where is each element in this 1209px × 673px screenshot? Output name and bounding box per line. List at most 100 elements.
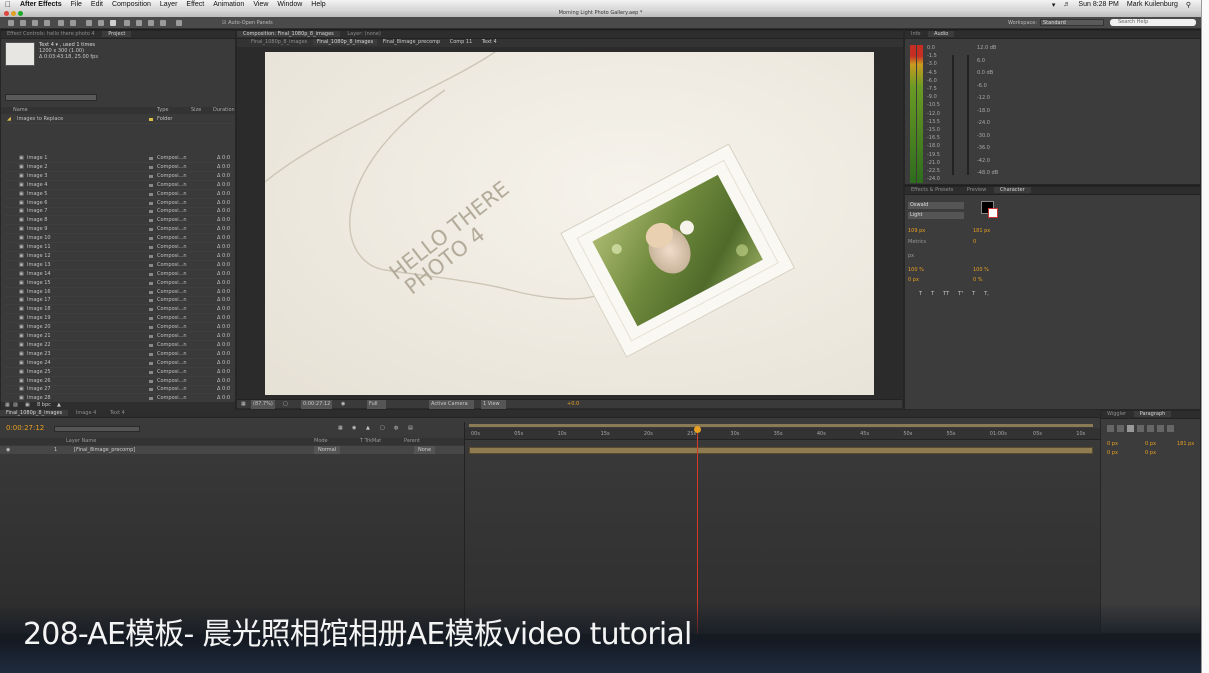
tab-composition[interactable]: Composition: Final_1080p_8_images xyxy=(237,31,340,37)
tab-timeline-final-1080p[interactable]: Final_1080p_8_images xyxy=(0,410,69,416)
label-swatch[interactable] xyxy=(149,192,153,196)
faux-bold-button[interactable]: T xyxy=(919,291,922,297)
always-preview-icon[interactable]: ▦ xyxy=(241,400,246,409)
col-layer-name[interactable]: Layer Name xyxy=(66,438,96,444)
menu-view[interactable]: View xyxy=(253,1,268,8)
folder-row[interactable]: ◢ Images to Replace Folder xyxy=(5,115,233,124)
camera-tool-icon[interactable] xyxy=(58,20,64,26)
align-left-button[interactable] xyxy=(1107,425,1114,432)
project-item-row[interactable]: ▣ Image 1 Composi...n Δ 0:0 xyxy=(5,154,233,163)
view-layout-select[interactable]: 1 View xyxy=(481,400,506,409)
selection-tool-icon[interactable] xyxy=(8,20,14,26)
audio-slider-track-right[interactable] xyxy=(967,55,969,175)
font-style-select[interactable]: Light xyxy=(908,212,964,219)
clone-tool-icon[interactable] xyxy=(136,20,142,26)
tab-timeline-image-4[interactable]: Image 4 xyxy=(70,410,102,416)
label-swatch[interactable] xyxy=(149,361,153,365)
tracking-field[interactable]: 0 xyxy=(973,239,976,245)
pan-behind-tool-icon[interactable] xyxy=(70,20,76,26)
volume-icon[interactable]: ♬ xyxy=(1063,1,1070,8)
project-item-row[interactable]: ▣ Image 5 Composi...n Δ 0:0 xyxy=(5,190,233,199)
tab-timeline-text-4[interactable]: Text 4 xyxy=(104,410,131,416)
time-ruler[interactable]: 00s 05s 10s 15s 20s 25s 30s 35s 40s 45s 50s 55s 01:0… xyxy=(465,428,1101,440)
project-item-row[interactable]: ▣ Image 19 Composi...n Δ 0:0 xyxy=(5,314,233,324)
faux-italic-button[interactable]: T xyxy=(931,291,934,297)
mask-tool-icon[interactable] xyxy=(86,20,92,26)
tab-paragraph[interactable]: Paragraph xyxy=(1133,411,1172,417)
subtab-final-8image-precomp[interactable]: Final_8image_precomp xyxy=(379,39,444,45)
project-item-row[interactable]: ▣ Image 13 Composi...n Δ 0:0 xyxy=(5,261,233,270)
menu-window[interactable]: Window xyxy=(277,1,302,8)
project-item-row[interactable]: ▣ Image 11 Composi...n Δ 0:0 xyxy=(5,243,233,252)
zoom-window-icon[interactable] xyxy=(18,10,23,16)
minimize-window-icon[interactable] xyxy=(11,10,16,16)
tab-effects-presets[interactable]: Effects & Presets xyxy=(905,187,959,193)
roto-brush-tool-icon[interactable] xyxy=(160,20,166,26)
project-item-row[interactable]: ▣ Image 10 Composi...n Δ 0:0 xyxy=(5,234,233,244)
project-item-row[interactable]: ▣ Image 21 Composi...n Δ 0:0 xyxy=(5,332,233,341)
project-item-row[interactable]: ▣ Image 12 Composi...n Δ 0:0 xyxy=(5,252,233,261)
brush-tool-icon[interactable] xyxy=(124,20,130,26)
tab-preview[interactable]: Preview xyxy=(961,187,992,193)
pen-tool-icon[interactable] xyxy=(98,20,104,26)
search-help-input[interactable]: Search Help xyxy=(1110,19,1196,26)
tab-info[interactable]: Info xyxy=(905,31,926,37)
project-search-input[interactable] xyxy=(5,94,97,101)
new-folder-icon[interactable]: ▨ xyxy=(13,402,18,408)
audio-slider-track-left[interactable] xyxy=(952,55,954,175)
timeline-search-input[interactable] xyxy=(54,426,140,432)
label-swatch[interactable] xyxy=(149,228,153,232)
draft-3d-icon[interactable]: ◉ xyxy=(352,425,356,431)
delete-icon[interactable]: ▲ xyxy=(57,402,61,408)
align-right-button[interactable] xyxy=(1127,425,1134,432)
project-item-row[interactable]: ▣ Image 25 Composi...n Δ 0:0 xyxy=(5,368,233,377)
clock[interactable]: Sun 8:28 PM xyxy=(1078,1,1118,8)
all-caps-button[interactable]: TT xyxy=(943,291,949,297)
label-swatch[interactable] xyxy=(149,246,153,249)
baseline-shift-field[interactable]: 0 px xyxy=(908,277,919,283)
tab-character[interactable]: Character xyxy=(993,187,1031,193)
col-mode[interactable]: Mode xyxy=(314,438,328,444)
project-item-row[interactable]: ▣ Image 9 Composi...n Δ 0:0 xyxy=(5,225,233,235)
tab-audio[interactable]: Audio xyxy=(928,31,955,37)
work-area-bar[interactable] xyxy=(469,424,1093,427)
font-family-select[interactable]: Oswald xyxy=(908,202,964,209)
justify-all-button[interactable] xyxy=(1167,425,1174,432)
subtab-text-4[interactable]: Text 4 xyxy=(478,39,501,45)
project-item-row[interactable]: ▣ Image 27 Composi...n Δ 0:0 xyxy=(5,385,233,395)
project-item-row[interactable]: ▣ Image 4 Composi...n Δ 0:0 xyxy=(5,181,233,190)
label-swatch[interactable] xyxy=(149,326,153,330)
label-swatch[interactable] xyxy=(149,263,153,267)
menu-edit[interactable]: Edit xyxy=(91,1,103,8)
col-parent[interactable]: Parent xyxy=(404,438,420,444)
col-trkmat[interactable]: T TrkMat xyxy=(360,438,381,444)
label-swatch[interactable] xyxy=(149,281,153,285)
layer-mode-select[interactable]: Normal xyxy=(314,446,341,454)
motion-blur-icon[interactable]: ◍ xyxy=(394,425,398,431)
label-swatch[interactable] xyxy=(149,201,153,205)
label-swatch[interactable] xyxy=(149,237,153,241)
layer-parent-select[interactable]: None xyxy=(414,446,436,454)
type-tool-icon[interactable] xyxy=(110,20,116,26)
rotate-tool-icon[interactable] xyxy=(44,20,50,26)
safe-zones-icon[interactable]: ▢ xyxy=(283,400,288,409)
menu-animation[interactable]: Animation xyxy=(213,1,244,8)
label-swatch[interactable] xyxy=(149,397,153,401)
timeline-timecode[interactable]: 0:00:27:12 xyxy=(6,425,44,432)
label-swatch[interactable] xyxy=(149,210,153,214)
menu-layer[interactable]: Layer xyxy=(160,1,178,8)
layer-name[interactable]: [Final_8image_precomp] xyxy=(74,446,135,454)
project-item-row[interactable]: ▣ Image 23 Composi...n Δ 0:0 xyxy=(5,350,233,359)
subscript-button[interactable]: T, xyxy=(984,291,989,297)
auto-open-panels-checkbox[interactable]: ☑ Auto-Open Panels xyxy=(222,20,273,26)
project-item-row[interactable]: ▣ Image 8 Composi...n Δ 0:0 xyxy=(5,216,233,226)
menu-effect[interactable]: Effect xyxy=(186,1,204,8)
tab-project[interactable]: Project xyxy=(102,31,132,37)
zoom-tool-icon[interactable] xyxy=(32,20,38,26)
indent-right-field[interactable]: 0 px xyxy=(1145,441,1156,447)
label-swatch[interactable] xyxy=(149,299,153,303)
project-item-row[interactable]: ▣ Image 15 Composi...n Δ 0:0 xyxy=(5,279,233,288)
tab-layer[interactable]: Layer: (none) xyxy=(341,31,387,37)
project-item-row[interactable]: ▣ Image 2 Composi...n Δ 0:0 xyxy=(5,163,233,172)
project-item-row[interactable]: ▣ Image 6 Composi...n Δ 0:0 xyxy=(5,199,233,208)
